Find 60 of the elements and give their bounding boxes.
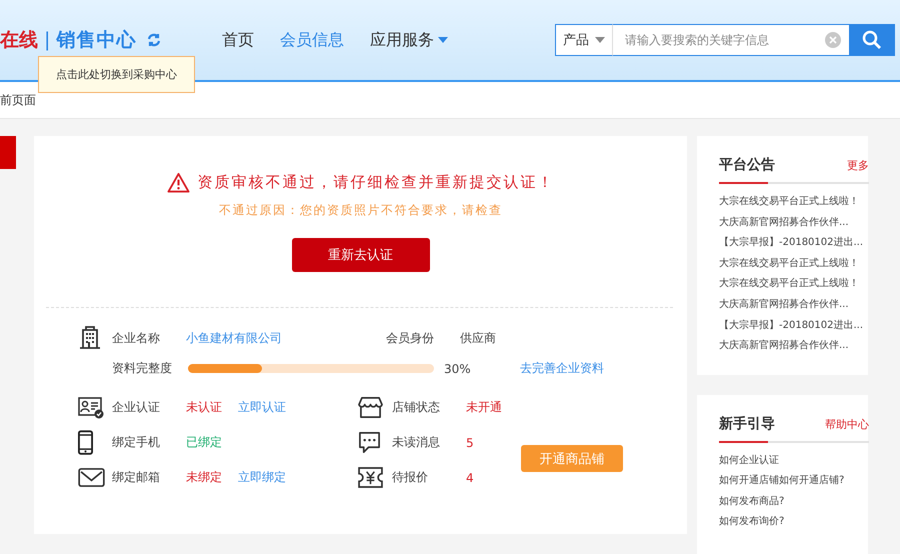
status-label: 企业认证 xyxy=(112,399,161,416)
nav-tab[interactable]: 应用服务 xyxy=(370,30,448,50)
status-value: 4 xyxy=(466,470,475,484)
shop-icon xyxy=(358,396,383,419)
logo-brand: 在线 xyxy=(0,28,38,53)
search-field[interactable]: 请输入要搜索的关键字信息 xyxy=(613,24,825,56)
field-label: 资料完整度 xyxy=(112,360,173,377)
status-value: 未开通 xyxy=(466,399,503,416)
announcement-link[interactable]: 大宗在线交易平台正式上线啦！ xyxy=(719,274,859,295)
alert-message: 资质审核不通过，请仔细检查并重新提交认证！ xyxy=(198,173,554,192)
warning-icon xyxy=(166,172,190,193)
status-value: 5 xyxy=(466,436,475,450)
field-label: 企业名称 xyxy=(112,330,161,346)
status-label: 绑定邮箱 xyxy=(112,469,161,486)
announcement-link[interactable]: 大庆高新官网招募合作伙伴... xyxy=(719,212,849,234)
guide-link[interactable]: 如何发布商品? xyxy=(719,492,784,512)
help-center-link[interactable]: 帮助中心 xyxy=(825,416,869,432)
guide-link[interactable]: 如何企业认证 xyxy=(719,450,779,472)
status-label: 绑定手机 xyxy=(112,434,161,451)
building-icon xyxy=(78,326,102,350)
caret-icon xyxy=(595,37,605,43)
status-value: 已绑定 xyxy=(186,434,223,451)
announcement-link[interactable]: 大宗在线交易平台正式上线啦！ xyxy=(719,254,859,274)
announcement-link[interactable]: 【大宗早报】-20180102进出... xyxy=(719,316,864,336)
status-label: 待报价 xyxy=(392,469,429,486)
announcement-link[interactable]: 大庆高新官网招募合作伙伴... xyxy=(719,336,849,357)
refresh-icon[interactable] xyxy=(146,32,162,48)
search-icon xyxy=(862,30,882,50)
side-tab-marker[interactable] xyxy=(0,136,16,169)
id-card-icon xyxy=(78,396,104,418)
announcement-link[interactable]: 大庆高新官网招募合作伙伴... xyxy=(719,294,849,316)
announcement-link[interactable]: 大宗在线交易平台正式上线啦！ xyxy=(719,192,859,213)
search-button[interactable] xyxy=(849,24,895,56)
switch-tooltip[interactable]: 点击此处切换到采购中心 xyxy=(38,56,195,93)
field-label: 会员身份 xyxy=(386,330,435,346)
recertify-button[interactable]: 重新去认证 xyxy=(292,238,430,272)
more-link[interactable]: 更多 xyxy=(847,158,869,173)
category-dropdown[interactable]: 产品 xyxy=(555,24,613,56)
chat-bubble-icon xyxy=(358,431,381,454)
progress-percent: 30% xyxy=(444,362,472,376)
status-value: 未绑定 xyxy=(186,469,223,486)
nav-tab[interactable]: 首页 xyxy=(222,30,254,50)
clear-icon[interactable] xyxy=(825,32,841,48)
breadcrumb: 前页面 xyxy=(0,92,36,108)
phone-icon xyxy=(78,430,93,455)
alert-reason: 不通过原因：您的资质照片不符合要求，请检查 xyxy=(218,203,502,217)
guide-link[interactable]: 如何开通店铺如何开通店铺? xyxy=(719,471,844,492)
card-title: 新手引导 xyxy=(719,414,775,433)
announcement-link[interactable]: 【大宗早报】-20180102进出... xyxy=(719,233,864,254)
card-title: 平台公告 xyxy=(719,156,775,174)
logo-title: 销售中心 xyxy=(56,28,136,53)
status-value: 未认证 xyxy=(186,399,223,416)
status-label: 未读消息 xyxy=(392,434,441,451)
status-label: 店铺状态 xyxy=(392,399,441,416)
field-value: 供应商 xyxy=(460,330,496,346)
logo-separator: | xyxy=(44,29,50,51)
envelope-icon xyxy=(78,468,105,487)
guide-link[interactable]: 如何发布询价? xyxy=(719,512,784,533)
caret-icon xyxy=(438,37,448,43)
yuan-ticket-icon xyxy=(358,467,383,488)
